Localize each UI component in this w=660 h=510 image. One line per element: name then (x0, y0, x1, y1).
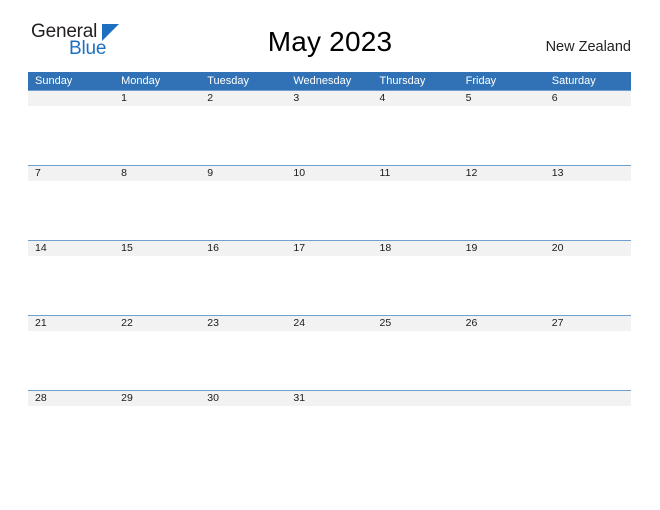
day-note-area[interactable] (459, 406, 545, 465)
weekday-header-friday: Friday (465, 75, 497, 87)
weekday-header-tuesday: Tuesday (207, 75, 250, 87)
day-note-area[interactable] (200, 331, 286, 390)
day-note-area[interactable] (459, 331, 545, 390)
week-row: 7 8 9 10 11 12 13 (28, 165, 631, 240)
day-cell[interactable] (545, 391, 631, 406)
day-note-area[interactable] (28, 106, 114, 165)
page-header: General Blue May 2023 New Zealand (0, 0, 660, 72)
day-cell[interactable] (28, 91, 114, 106)
day-cell[interactable]: 7 (28, 166, 114, 181)
day-cell[interactable]: 21 (28, 316, 114, 331)
day-note-area[interactable] (28, 406, 114, 465)
day-note-area[interactable] (200, 106, 286, 165)
day-note-area[interactable] (114, 256, 200, 315)
day-cell[interactable]: 11 (373, 166, 459, 181)
week-date-band: 28 29 30 31 (28, 390, 631, 406)
day-note-area[interactable] (545, 406, 631, 465)
day-cell[interactable]: 5 (459, 91, 545, 106)
calendar-page: General Blue May 2023 New Zealand Sunday… (0, 0, 660, 510)
week-date-band: 1 2 3 4 5 6 (28, 90, 631, 106)
week-body (28, 406, 631, 465)
day-cell[interactable] (373, 391, 459, 406)
day-note-area[interactable] (28, 181, 114, 240)
day-note-area[interactable] (459, 256, 545, 315)
day-note-area[interactable] (28, 331, 114, 390)
day-cell[interactable]: 1 (114, 91, 200, 106)
day-cell[interactable]: 20 (545, 241, 631, 256)
day-note-area[interactable] (373, 406, 459, 465)
day-note-area[interactable] (286, 256, 372, 315)
day-cell[interactable]: 24 (286, 316, 372, 331)
day-cell[interactable] (459, 391, 545, 406)
week-body (28, 256, 631, 315)
region-label: New Zealand (545, 39, 631, 55)
day-note-area[interactable] (545, 106, 631, 165)
day-cell[interactable]: 23 (200, 316, 286, 331)
day-note-area[interactable] (200, 181, 286, 240)
day-note-area[interactable] (114, 331, 200, 390)
week-date-band: 7 8 9 10 11 12 13 (28, 165, 631, 181)
day-cell[interactable]: 30 (200, 391, 286, 406)
day-cell[interactable]: 18 (373, 241, 459, 256)
day-note-area[interactable] (459, 106, 545, 165)
day-note-area[interactable] (286, 181, 372, 240)
day-cell[interactable]: 6 (545, 91, 631, 106)
day-cell[interactable]: 17 (286, 241, 372, 256)
day-note-area[interactable] (286, 106, 372, 165)
day-note-area[interactable] (28, 256, 114, 315)
day-cell[interactable]: 26 (459, 316, 545, 331)
day-note-area[interactable] (373, 106, 459, 165)
day-cell[interactable]: 25 (373, 316, 459, 331)
day-cell[interactable]: 14 (28, 241, 114, 256)
week-body (28, 331, 631, 390)
day-note-area[interactable] (545, 256, 631, 315)
week-row: 21 22 23 24 25 26 27 (28, 315, 631, 390)
day-note-area[interactable] (286, 406, 372, 465)
day-cell[interactable]: 3 (286, 91, 372, 106)
weekday-header-row: Sunday Monday Tuesday Wednesday Thursday… (28, 72, 631, 90)
day-cell[interactable]: 29 (114, 391, 200, 406)
day-cell[interactable]: 9 (200, 166, 286, 181)
day-note-area[interactable] (373, 256, 459, 315)
week-body (28, 106, 631, 165)
day-cell[interactable]: 10 (286, 166, 372, 181)
day-note-area[interactable] (114, 181, 200, 240)
week-row: 14 15 16 17 18 19 20 (28, 240, 631, 315)
day-cell[interactable]: 28 (28, 391, 114, 406)
day-note-area[interactable] (286, 331, 372, 390)
weekday-header-monday: Monday (121, 75, 161, 87)
week-body (28, 181, 631, 240)
day-cell[interactable]: 16 (200, 241, 286, 256)
day-cell[interactable]: 13 (545, 166, 631, 181)
day-cell[interactable]: 22 (114, 316, 200, 331)
weekday-header-thursday: Thursday (379, 75, 426, 87)
day-cell[interactable]: 31 (286, 391, 372, 406)
day-note-area[interactable] (200, 256, 286, 315)
day-note-area[interactable] (545, 331, 631, 390)
weekday-header-saturday: Saturday (551, 75, 596, 87)
day-note-area[interactable] (114, 406, 200, 465)
day-note-area[interactable] (545, 181, 631, 240)
day-note-area[interactable] (459, 181, 545, 240)
day-cell[interactable]: 2 (200, 91, 286, 106)
week-row: 28 29 30 31 (28, 390, 631, 465)
day-cell[interactable]: 4 (373, 91, 459, 106)
day-cell[interactable]: 27 (545, 316, 631, 331)
day-note-area[interactable] (373, 181, 459, 240)
weekday-header-wednesday: Wednesday (293, 75, 352, 87)
week-date-band: 21 22 23 24 25 26 27 (28, 315, 631, 331)
day-note-area[interactable] (114, 106, 200, 165)
week-row: 1 2 3 4 5 6 (28, 90, 631, 165)
calendar-table: Sunday Monday Tuesday Wednesday Thursday… (28, 72, 631, 465)
day-note-area[interactable] (373, 331, 459, 390)
weekday-header-sunday: Sunday (35, 75, 73, 87)
day-cell[interactable]: 19 (459, 241, 545, 256)
day-cell[interactable]: 8 (114, 166, 200, 181)
day-cell[interactable]: 12 (459, 166, 545, 181)
day-note-area[interactable] (200, 406, 286, 465)
day-cell[interactable]: 15 (114, 241, 200, 256)
week-date-band: 14 15 16 17 18 19 20 (28, 240, 631, 256)
